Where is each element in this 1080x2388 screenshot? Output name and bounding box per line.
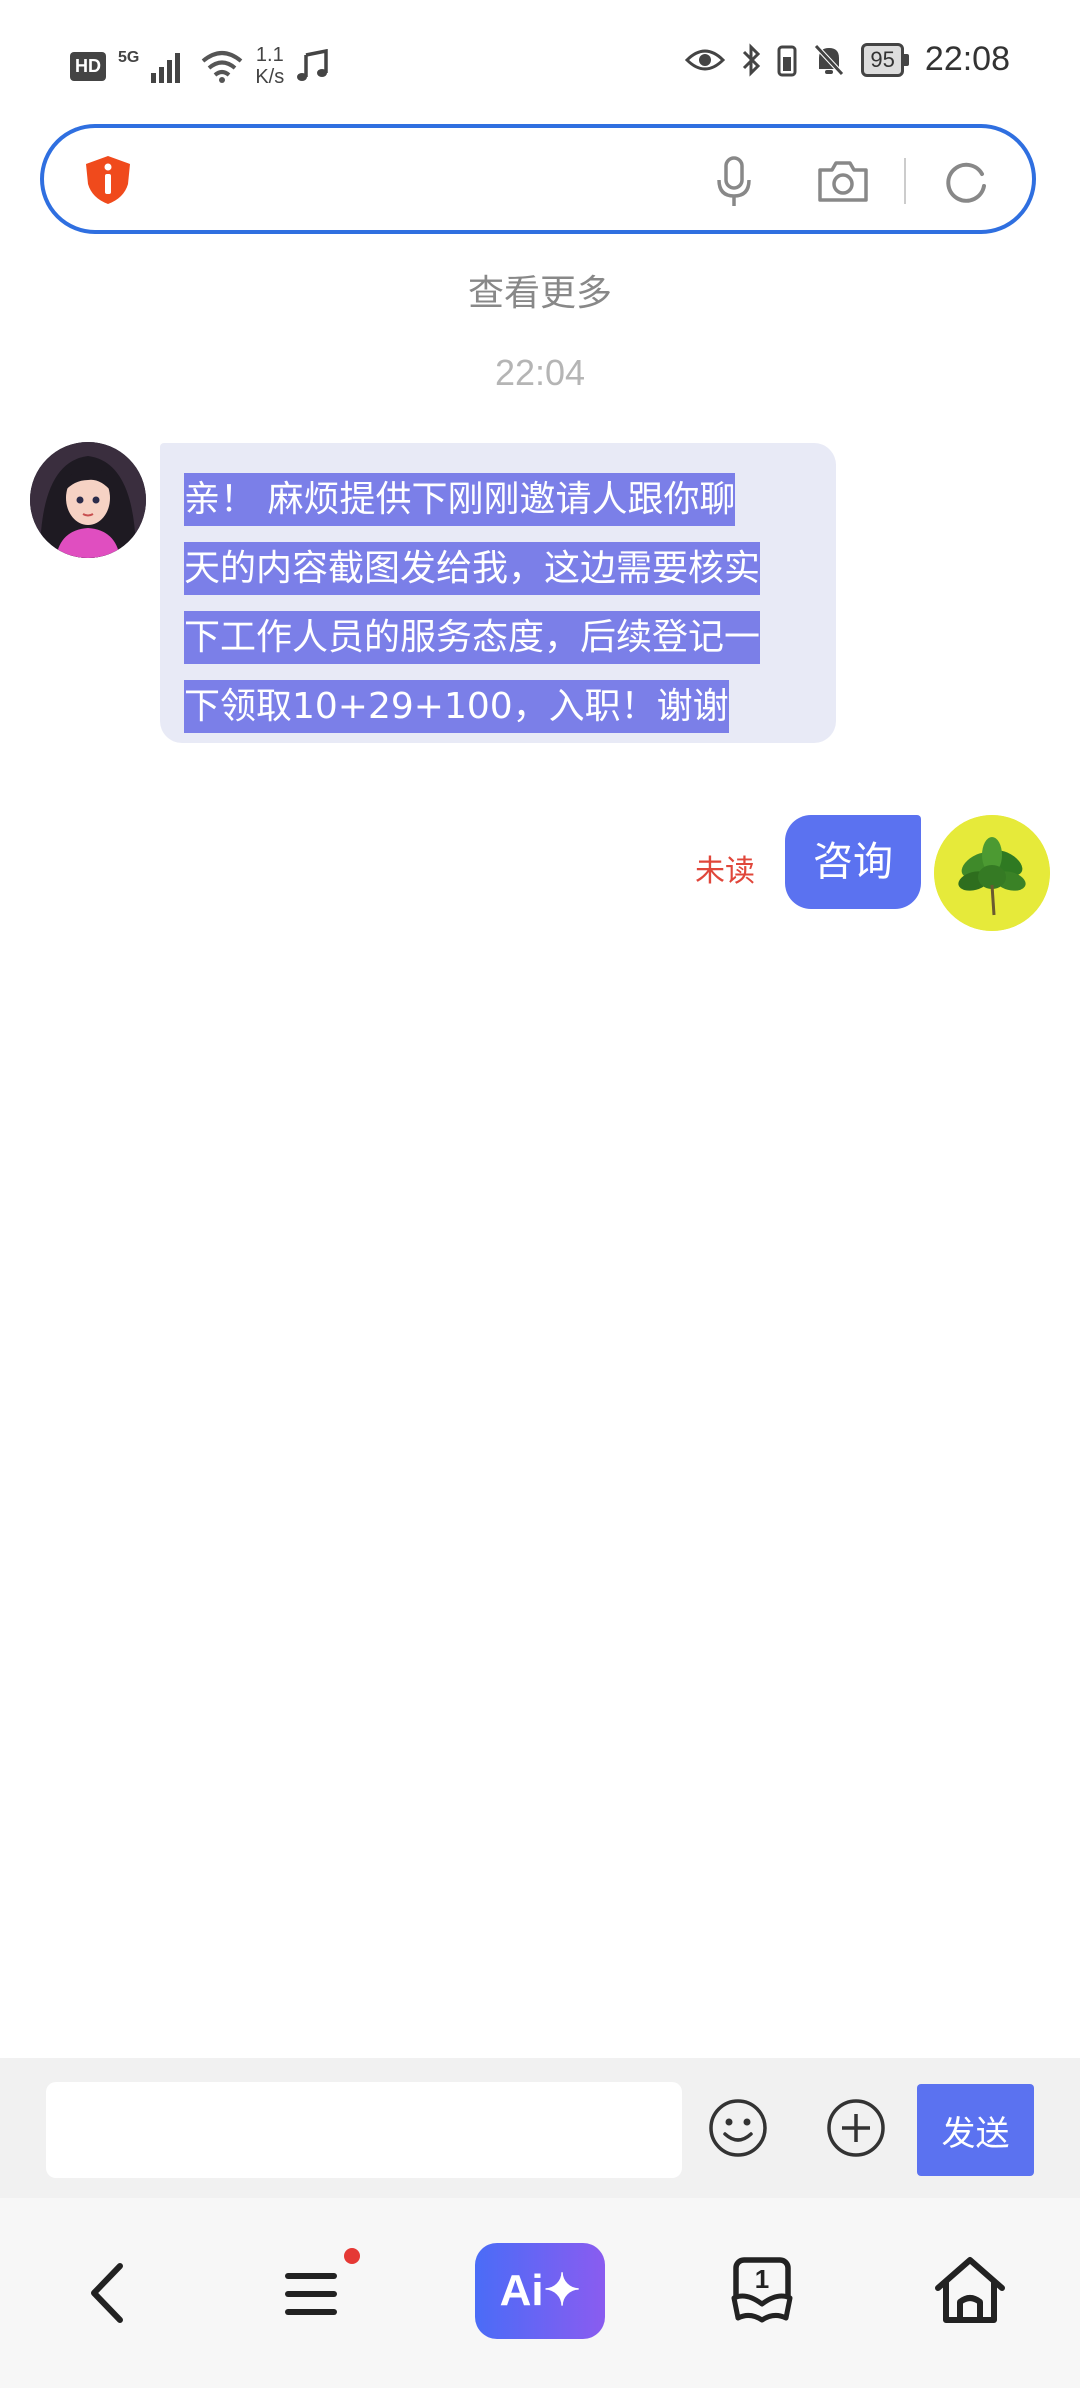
tabs-button[interactable]: 1 <box>726 2254 798 2330</box>
message-line: 天的内容截图发给我，这边需要核实 <box>184 534 812 603</box>
message-input[interactable] <box>46 2082 682 2178</box>
back-icon[interactable] <box>82 2258 132 2328</box>
user-avatar[interactable] <box>934 815 1050 931</box>
message-timestamp: 22:04 <box>494 352 586 393</box>
see-more-link[interactable]: 查看更多 <box>0 264 1080 316</box>
search-divider <box>904 158 906 204</box>
send-button[interactable]: 发送 <box>917 2084 1034 2176</box>
shield-icon <box>86 156 130 204</box>
message-line-text: 天的内容截图发给我，这边需要核实 <box>184 542 761 595</box>
network-speed: 1.1 K/s <box>255 44 284 88</box>
message-line: 下工作人员的服务态度，后续登记一 <box>184 603 812 672</box>
battery-level: 95 <box>861 42 904 77</box>
status-right: 95 22:08 <box>685 40 1010 79</box>
outgoing-message-bubble[interactable]: 咨询 <box>785 815 921 909</box>
mute-bell-icon <box>814 43 845 76</box>
hd-badge: HD <box>70 51 106 81</box>
eye-icon <box>685 49 726 70</box>
battery-tip <box>903 53 909 66</box>
message-line-text: 下领取10+29+100，入职！谢谢 <box>184 680 729 733</box>
refresh-icon[interactable] <box>942 158 990 206</box>
music-icon <box>297 49 328 81</box>
speed-value: 1.1 <box>255 44 284 66</box>
network-type: 5G <box>118 49 140 66</box>
emoji-icon[interactable] <box>708 2098 768 2158</box>
incoming-message-bubble[interactable]: 亲！ 麻烦提供下刚刚邀请人跟你聊 天的内容截图发给我，这边需要核实 下工作人员的… <box>160 443 836 743</box>
search-input[interactable] <box>154 148 728 212</box>
plant-avatar-image <box>934 815 1050 931</box>
anime-girl-avatar-image <box>30 442 146 558</box>
search-bar[interactable] <box>40 124 1036 234</box>
bottom-navigation: Ai✦ 1 <box>0 2198 1080 2388</box>
wifi-icon <box>202 51 243 83</box>
unread-status: 未读 <box>695 854 755 889</box>
message-line-text: 亲！ 麻烦提供下刚刚邀请人跟你聊 <box>184 473 736 526</box>
tabs-count: 1 <box>755 2264 769 2294</box>
contact-avatar[interactable] <box>30 442 146 558</box>
tabs-icon: 1 <box>731 2257 793 2323</box>
message-line: 亲！ 麻烦提供下刚刚邀请人跟你聊 <box>184 465 812 534</box>
status-left: HD 5G 1.1 K/s <box>70 44 330 88</box>
speed-unit: K/s <box>255 66 285 88</box>
notification-dot <box>344 2248 360 2264</box>
message-line-text: 下工作人员的服务态度，后续登记一 <box>184 611 761 664</box>
mic-icon[interactable] <box>716 156 752 208</box>
battery-indicator: 95 <box>861 42 909 77</box>
message-line: 下领取10+29+100，入职！谢谢 <box>184 672 812 741</box>
bluetooth-icon <box>743 42 761 77</box>
signal-icon <box>151 53 181 83</box>
camera-icon[interactable] <box>816 160 870 204</box>
home-icon[interactable] <box>932 2254 1008 2326</box>
phone-battery-icon <box>777 45 797 76</box>
ai-assistant-button[interactable]: Ai✦ <box>475 2243 605 2339</box>
menu-icon[interactable] <box>282 2258 342 2328</box>
plus-icon[interactable] <box>826 2098 886 2158</box>
message-composer: 发送 <box>0 2058 1080 2198</box>
status-time: 22:08 <box>924 40 1010 78</box>
status-bar: HD 5G 1.1 K/s 95 22:08 <box>0 0 1080 120</box>
